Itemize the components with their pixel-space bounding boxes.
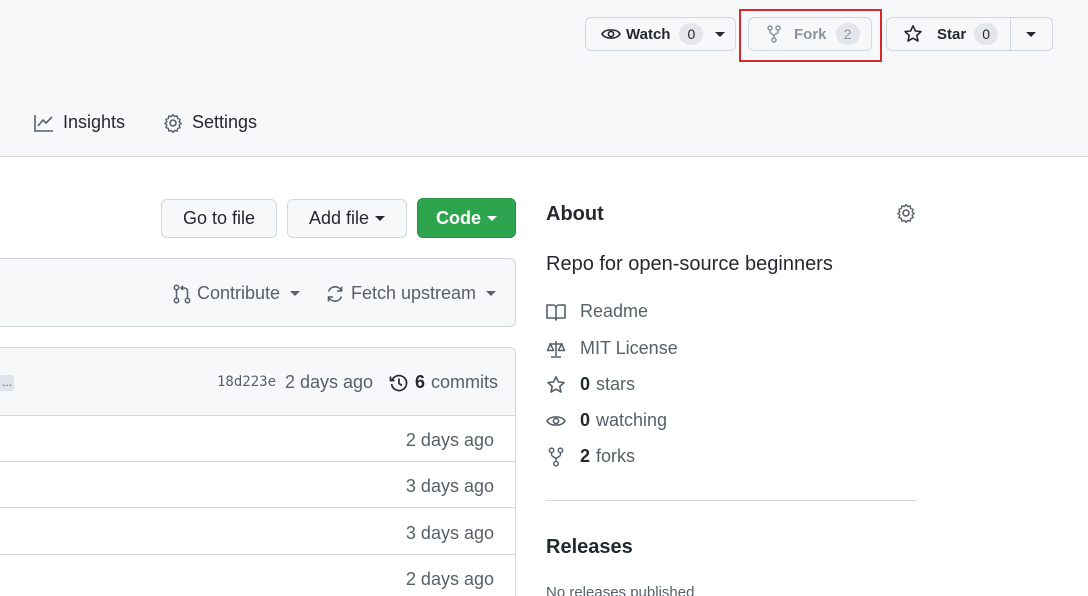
commits-label: commits (431, 372, 499, 392)
code-label: Code (436, 207, 481, 228)
releases-heading[interactable]: Releases (546, 536, 633, 559)
history-icon (389, 374, 408, 391)
eye-icon (601, 29, 621, 39)
fetch-upstream-dropdown[interactable]: Fetch upstream (325, 283, 497, 304)
code-caret-icon (487, 215, 497, 221)
fetch-upstream-caret-icon (486, 291, 497, 296)
code-button[interactable]: Code (417, 198, 516, 238)
law-icon (546, 340, 566, 358)
watching-link[interactable]: 0 watching (546, 410, 667, 431)
commit-sha[interactable]: 18d223e (217, 374, 276, 390)
commit-time: 2 days ago (285, 372, 374, 392)
add-file-caret-icon (375, 216, 386, 221)
star-label: Star (937, 25, 967, 43)
tab-insights[interactable]: Insights (34, 112, 125, 133)
stars-text: 0 stars (580, 374, 635, 395)
stars-count: 0 (580, 374, 591, 394)
watch-button[interactable]: Watch 0 (585, 17, 736, 51)
go-to-file-button[interactable]: Go to file (161, 199, 277, 238)
add-file-button[interactable]: Add file (287, 199, 407, 238)
forks-label: forks (596, 446, 636, 466)
about-settings-gear-icon[interactable] (896, 203, 916, 223)
forks-text: 2 forks (580, 446, 635, 467)
commits-count: 6 (415, 372, 426, 392)
watching-text: 0 watching (580, 410, 667, 431)
pull-request-icon (173, 284, 191, 303)
license-link[interactable]: MIT License (546, 338, 678, 359)
forks-link[interactable]: 2 forks (546, 446, 635, 467)
watching-label: watching (596, 410, 668, 430)
about-heading: About (546, 203, 604, 225)
license-label: MIT License (580, 338, 678, 358)
row-divider (0, 461, 515, 462)
row-divider (0, 507, 515, 508)
star-count: 0 (974, 23, 999, 45)
add-file-label: Add file (308, 208, 370, 228)
star-icon (547, 375, 565, 393)
star-caret-icon[interactable] (1026, 32, 1036, 37)
watch-count: 0 (679, 23, 704, 45)
tab-insights-label: Insights (63, 112, 126, 132)
fork-highlight-box (739, 9, 882, 62)
watch-caret-icon[interactable] (715, 31, 726, 37)
sync-icon (327, 285, 343, 302)
gear-icon (164, 113, 182, 133)
commits-link[interactable]: 6 commits (389, 372, 498, 393)
readme-label: Readme (580, 301, 649, 321)
book-icon (546, 303, 566, 321)
contribute-caret-icon (290, 291, 301, 296)
file-row-time: 3 days ago (405, 476, 494, 496)
tab-settings-label: Settings (192, 112, 258, 132)
forks-count: 2 (580, 446, 591, 466)
tab-settings[interactable]: Settings (163, 112, 257, 133)
star-icon (904, 25, 922, 42)
sidebar-divider (546, 500, 917, 501)
readme-link[interactable]: Readme (546, 301, 648, 322)
star-divider (1010, 18, 1011, 50)
stars-label: stars (596, 374, 636, 394)
file-row-time: 3 days ago (405, 523, 494, 543)
releases-empty-text: No releases published (546, 584, 695, 596)
row-divider (0, 554, 515, 555)
contribute-label: Contribute (197, 283, 281, 303)
watch-label: Watch (626, 25, 671, 43)
eye-icon (546, 415, 566, 426)
watching-count: 0 (580, 410, 591, 430)
repo-description: Repo for open-source beginners (546, 253, 833, 275)
star-button[interactable]: Star 0 (886, 17, 1053, 51)
file-row-time: 2 days ago (405, 569, 494, 589)
contribute-dropdown[interactable]: Contribute (173, 283, 301, 304)
truncated-label: ... (0, 375, 15, 391)
fetch-upstream-label: Fetch upstream (351, 283, 477, 303)
row-divider (0, 415, 515, 416)
fork-icon (548, 446, 564, 467)
stars-link[interactable]: 0 stars (546, 374, 635, 395)
file-row-time: 2 days ago (405, 430, 494, 450)
go-to-file-label: Go to file (182, 208, 256, 228)
graph-icon (34, 114, 53, 132)
